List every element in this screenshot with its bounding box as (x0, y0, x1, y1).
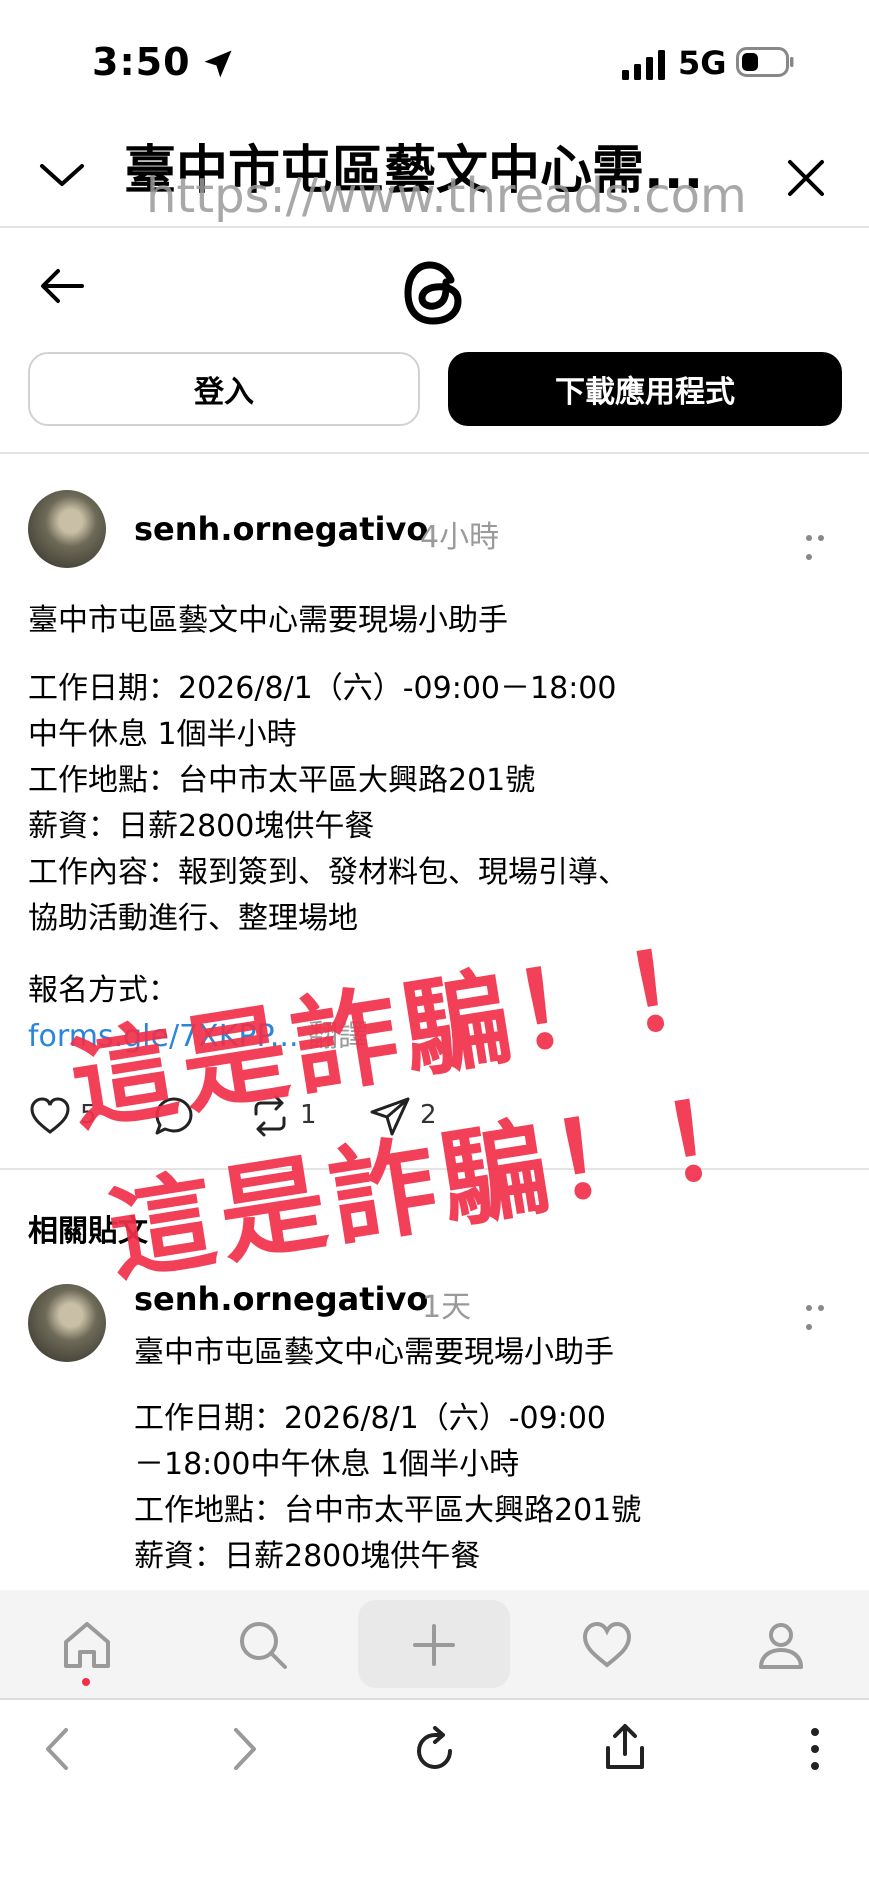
more-icon[interactable] (806, 1296, 840, 1330)
header-divider (0, 226, 869, 228)
post-text-line: 協助活動進行、整理場地 (28, 901, 358, 936)
related-text-line: 工作地點：台中市太平區大興路201號 (134, 1493, 642, 1528)
back-arrow-icon[interactable] (38, 266, 86, 306)
post-text-line: 工作日期：2026/8/1（六）-09:00－18:00 (28, 671, 617, 706)
post-text-line: 工作地點：台中市太平區大興路201號 (28, 763, 536, 798)
toolbar-divider (0, 1698, 869, 1700)
home-active-dot (82, 1678, 90, 1686)
location-arrow-icon (204, 50, 232, 78)
related-text-line: －18:00中午休息 1個半小時 (134, 1447, 520, 1482)
toolbar-divider (0, 452, 869, 454)
related-text-line: 工作日期：2026/8/1（六）-09:00 (134, 1401, 607, 1436)
related-text-line: 臺中市屯區藝文中心需要現場小助手 (134, 1335, 614, 1370)
post-time: 4小時 (420, 520, 500, 555)
more-icon[interactable] (790, 1724, 840, 1774)
signal-icon (622, 50, 665, 80)
battery-icon (736, 47, 794, 77)
network-type: 5G (678, 44, 727, 82)
related-text-line: 薪資：日薪2800塊供午餐 (134, 1539, 481, 1574)
plus-icon[interactable] (407, 1618, 461, 1672)
status-time: 3:50 (92, 40, 191, 84)
forward-icon[interactable] (218, 1724, 268, 1774)
avatar[interactable] (28, 1284, 106, 1362)
like-icon[interactable] (28, 1094, 72, 1138)
post-text-line: 工作內容：報到簽到、發材料包、現場引導、 (28, 855, 628, 890)
share-icon[interactable] (600, 1722, 650, 1772)
avatar[interactable] (28, 490, 106, 568)
profile-icon[interactable] (754, 1618, 808, 1672)
close-icon[interactable] (786, 158, 826, 198)
chevron-down-icon[interactable] (38, 160, 86, 190)
post-text-line: 薪資：日薪2800塊供午餐 (28, 809, 375, 844)
download-app-button[interactable]: 下載應用程式 (448, 352, 842, 426)
reload-icon[interactable] (410, 1724, 460, 1774)
login-button[interactable]: 登入 (28, 352, 420, 426)
post-username[interactable]: senh.ornegativo (134, 510, 428, 548)
threads-logo-icon[interactable] (400, 258, 470, 328)
page-url[interactable]: https://www.threads.com (146, 168, 747, 224)
back-icon[interactable] (34, 1724, 84, 1774)
heart-icon[interactable] (580, 1618, 634, 1672)
post-text-line: 臺中市屯區藝文中心需要現場小助手 (28, 603, 508, 638)
search-icon[interactable] (236, 1618, 290, 1672)
post-text-line: 中午休息 1個半小時 (28, 717, 297, 752)
more-icon[interactable] (806, 526, 840, 560)
related-time: 1天 (422, 1290, 472, 1325)
home-icon[interactable] (60, 1618, 114, 1672)
